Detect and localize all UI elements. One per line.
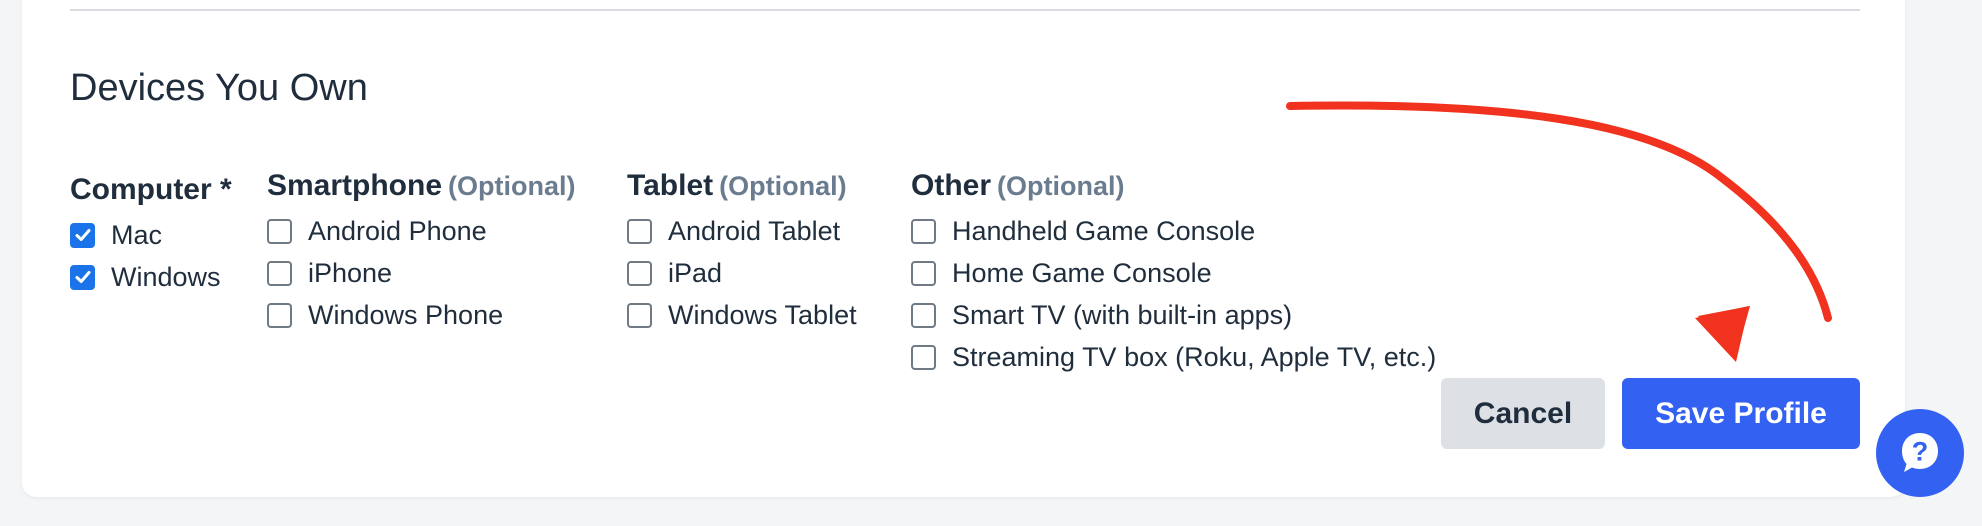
option-smart-tv[interactable]: Smart TV (with built-in apps) [911,294,1436,336]
checkbox[interactable] [70,222,95,248]
checkbox[interactable] [267,260,292,286]
option-windows-tablet[interactable]: Windows Tablet [627,294,857,336]
section-title: Devices You Own [70,67,368,109]
save-profile-button[interactable]: Save Profile [1622,378,1860,449]
option-windows-phone[interactable]: Windows Phone [267,294,576,336]
check-icon [75,229,90,241]
group-smartphone: Smartphone (Optional) Android Phone iPhon… [267,166,576,336]
group-tablet: Tablet (Optional) Android Tablet iPad Win… [627,166,857,336]
required-marker: * [220,173,232,206]
group-title: Smartphone (Optional) [267,166,576,206]
option-windows[interactable]: Windows [70,256,232,298]
option-label: Windows Tablet [668,300,857,330]
option-mac[interactable]: Mac [70,214,232,256]
group-title-text: Smartphone [267,169,443,202]
option-label: Streaming TV box (Roku, Apple TV, etc.) [952,342,1437,372]
svg-text:?: ? [1912,437,1929,467]
option-label: Handheld Game Console [952,216,1256,246]
option-android-phone[interactable]: Android Phone [267,210,576,252]
group-title: Other (Optional) [911,166,1436,206]
checkbox[interactable] [911,218,936,244]
option-label: Windows Phone [308,300,504,330]
group-computer: Computer * Mac Windows [70,170,232,298]
group-other: Other (Optional) Handheld Game Console Ho… [911,166,1436,378]
check-icon [75,271,90,283]
checkbox[interactable] [627,260,652,286]
checkbox[interactable] [267,302,292,328]
optional-tag: (Optional) [997,171,1125,201]
option-home-game-console[interactable]: Home Game Console [911,252,1436,294]
optional-tag: (Optional) [719,171,847,201]
option-ipad[interactable]: iPad [627,252,857,294]
checkbox[interactable] [267,218,292,244]
checkbox[interactable] [70,264,95,290]
checkbox[interactable] [627,218,652,244]
option-iphone[interactable]: iPhone [267,252,576,294]
option-label: Android Tablet [668,216,841,246]
group-title: Computer * [70,170,232,210]
option-label: iPhone [308,258,393,288]
option-label: Android Phone [308,216,487,246]
option-streaming-tv-box[interactable]: Streaming TV box (Roku, Apple TV, etc.) [911,336,1436,378]
cancel-button[interactable]: Cancel [1441,378,1605,449]
option-label: Windows [111,262,221,292]
help-button[interactable]: ? [1876,409,1964,497]
optional-tag: (Optional) [448,171,576,201]
question-icon: ? [1902,433,1938,472]
option-label: Mac [111,220,163,250]
option-android-tablet[interactable]: Android Tablet [627,210,857,252]
checkbox[interactable] [627,302,652,328]
option-label: Smart TV (with built-in apps) [952,300,1293,330]
checkbox[interactable] [911,344,936,370]
checkbox[interactable] [911,260,936,286]
group-title-text: Tablet [627,169,714,202]
checkbox[interactable] [911,302,936,328]
option-label: iPad [668,258,723,288]
group-title-text: Computer [70,173,212,206]
option-label: Home Game Console [952,258,1212,288]
group-title-text: Other [911,169,992,202]
option-handheld-game-console[interactable]: Handheld Game Console [911,210,1436,252]
group-title: Tablet (Optional) [627,166,857,206]
section-divider [70,9,1860,11]
